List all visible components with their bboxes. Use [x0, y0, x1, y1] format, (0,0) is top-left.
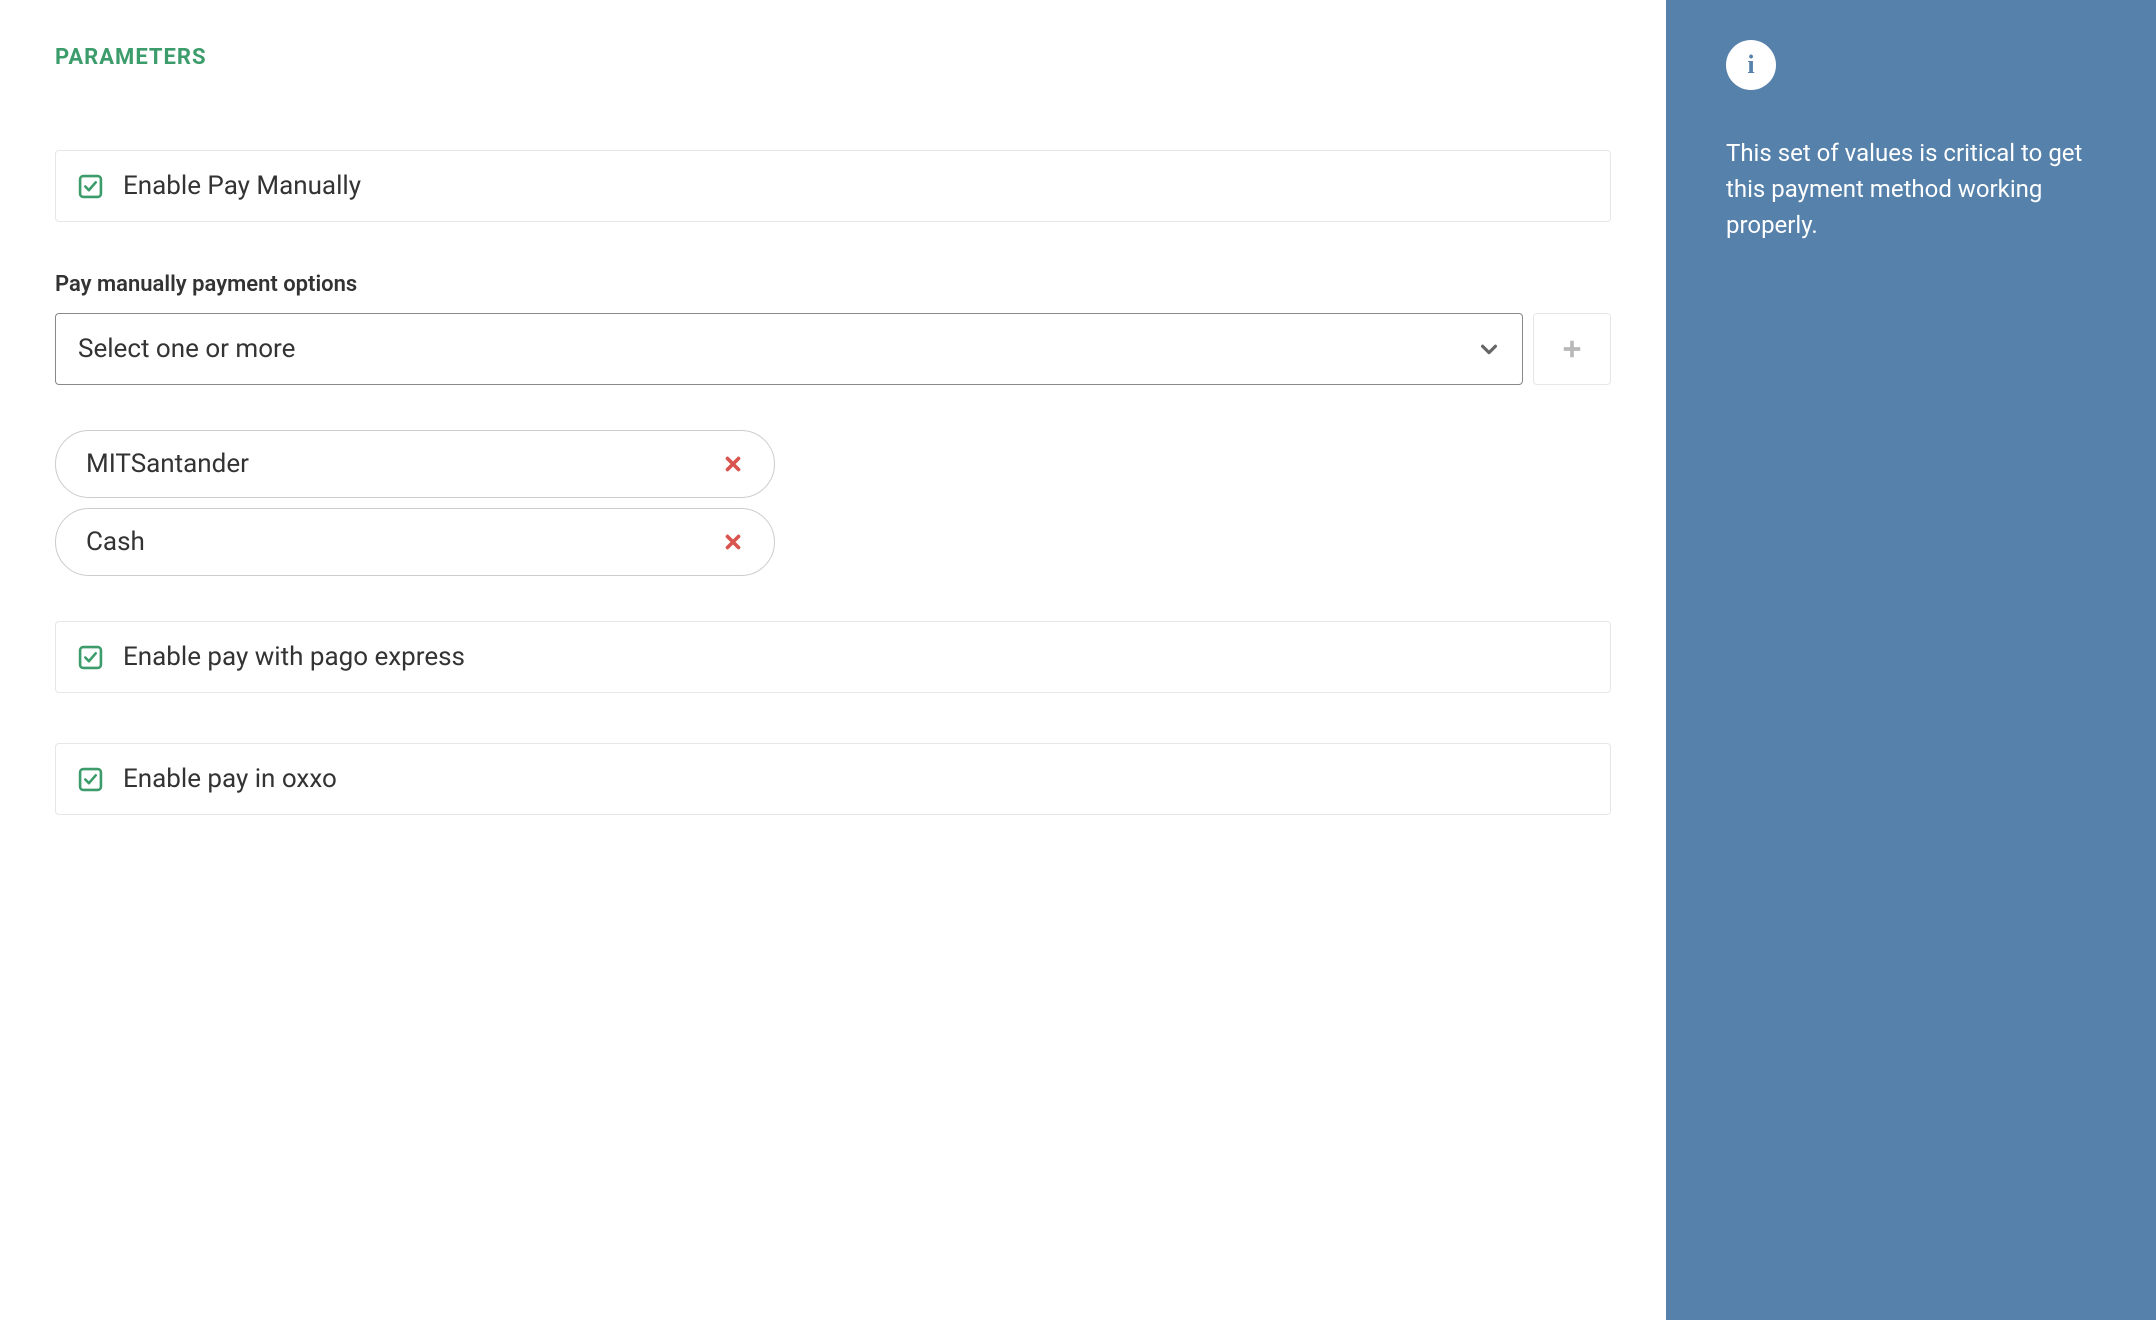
- checkbox-checked-icon: [78, 767, 103, 792]
- enable-oxxo-card[interactable]: Enable pay in oxxo: [55, 743, 1611, 815]
- enable-pago-express-label: Enable pay with pago express: [123, 642, 465, 672]
- plus-icon: [1561, 338, 1583, 360]
- main-content: PARAMETERS Enable Pay Manually Pay manua…: [0, 0, 1666, 1320]
- selected-option-pill: MITSantander: [55, 430, 775, 498]
- enable-pay-manually-label: Enable Pay Manually: [123, 171, 361, 201]
- section-title: PARAMETERS: [55, 45, 1611, 70]
- enable-oxxo-label: Enable pay in oxxo: [123, 764, 337, 794]
- info-sidebar: i This set of values is critical to get …: [1666, 0, 2156, 1320]
- remove-option-icon[interactable]: [722, 453, 744, 475]
- checkbox-checked-icon: [78, 174, 103, 199]
- info-letter: i: [1747, 50, 1754, 80]
- add-option-button[interactable]: [1533, 313, 1611, 385]
- pill-label: Cash: [86, 527, 145, 557]
- chevron-down-icon: [1478, 338, 1500, 360]
- payment-options-select[interactable]: Select one or more: [55, 313, 1523, 385]
- checkbox-checked-icon: [78, 645, 103, 670]
- info-icon: i: [1726, 40, 1776, 90]
- enable-pay-manually-card[interactable]: Enable Pay Manually: [55, 150, 1611, 222]
- payment-options-label: Pay manually payment options: [55, 272, 1611, 297]
- remove-option-icon[interactable]: [722, 531, 744, 553]
- select-row: Select one or more: [55, 313, 1611, 385]
- pill-label: MITSantander: [86, 449, 249, 479]
- selected-options-list: MITSantander Cash: [55, 430, 1611, 576]
- info-text: This set of values is critical to get th…: [1726, 135, 2096, 243]
- select-placeholder: Select one or more: [78, 334, 295, 364]
- selected-option-pill: Cash: [55, 508, 775, 576]
- enable-pago-express-card[interactable]: Enable pay with pago express: [55, 621, 1611, 693]
